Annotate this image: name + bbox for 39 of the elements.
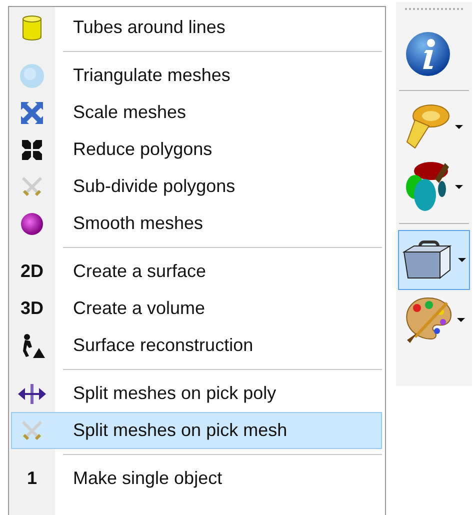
menu-item-label: Create a volume — [73, 298, 206, 319]
menu-item-label: Make single object — [73, 468, 222, 489]
menu-item-label: Scale meshes — [73, 102, 186, 123]
menu-item[interactable]: Surface reconstruction — [11, 327, 382, 364]
menu-item-label: Split meshes on pick poly — [73, 383, 276, 404]
menu-item-label: Surface reconstruction — [73, 335, 254, 356]
sphere-icon — [19, 62, 45, 88]
menu-item[interactable]: Scale meshes — [11, 94, 382, 131]
crossed-swords-icon — [20, 418, 44, 442]
menu-item[interactable]: Split meshes on pick poly — [11, 375, 382, 412]
menu-item[interactable]: 2D Create a surface — [11, 253, 382, 290]
menu-item-label: Smooth meshes — [73, 213, 204, 234]
menu-item[interactable]: Smooth meshes — [11, 205, 382, 242]
arrows-cross-icon — [20, 100, 44, 124]
toolbar-button[interactable] — [398, 230, 470, 290]
menu-item[interactable]: Tubes around lines — [11, 9, 382, 46]
icon-label: 1 — [26, 468, 37, 489]
icon-label: 3D — [20, 298, 44, 319]
ball-icon — [20, 212, 44, 236]
menu-item-label: Create a surface — [73, 261, 206, 282]
menu-item[interactable]: Triangulate meshes — [11, 57, 382, 94]
menu-item-label: Triangulate meshes — [73, 65, 230, 86]
crossed-swords-icon — [20, 174, 44, 198]
menu-item[interactable]: Split meshes on pick mesh — [11, 412, 382, 449]
info-icon — [404, 30, 452, 78]
double-arrow-icon — [18, 384, 46, 404]
palette-icon — [403, 295, 453, 345]
menu-item-label: Split meshes on pick mesh — [73, 420, 288, 441]
menu-item[interactable]: Sub-divide polygons — [11, 168, 382, 205]
icon-label: 2D — [20, 261, 44, 282]
toolbox-icon — [402, 238, 454, 282]
menu-item-label: Reduce polygons — [73, 139, 212, 160]
menu-item-label: Tubes around lines — [73, 17, 226, 38]
cylinder-icon — [22, 14, 42, 40]
menu-item[interactable]: 1 Make single object — [11, 460, 382, 497]
grip-handle[interactable] — [405, 8, 463, 12]
menu-item[interactable]: 3D Create a volume — [11, 290, 382, 327]
menu-item[interactable]: Reduce polygons — [11, 131, 382, 168]
menu-item-label: Sub-divide polygons — [73, 176, 236, 197]
